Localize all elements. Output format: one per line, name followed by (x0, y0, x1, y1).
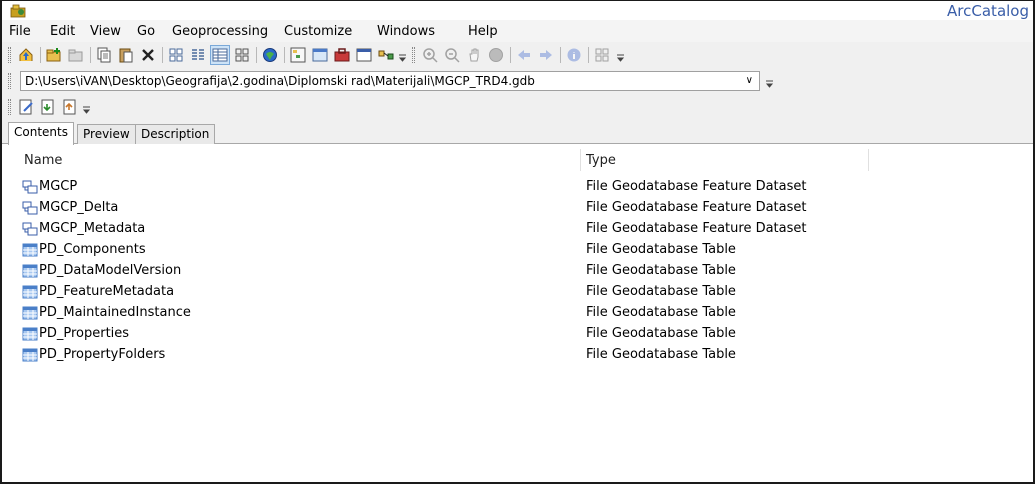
thumbnails-icon[interactable] (232, 45, 252, 65)
menu-windows[interactable]: Windows (377, 24, 435, 39)
item-name: MGCP_Delta (39, 200, 119, 215)
item-name: PD_DataModelVersion (39, 263, 182, 278)
location-toolbar: D:\Users\iVAN\Desktop\Geografija\2.godin… (2, 68, 1033, 94)
table-icon (22, 264, 38, 278)
item-type: File Geodatabase Table (586, 326, 736, 341)
disconnect-folder-icon[interactable] (66, 45, 86, 65)
copy-icon[interactable] (94, 45, 114, 65)
item-name: PD_PropertyFolders (39, 347, 166, 362)
column-divider[interactable] (868, 149, 869, 171)
back-icon[interactable] (514, 45, 534, 65)
edit-metadata-icon[interactable] (16, 97, 36, 117)
feature-dataset-icon (22, 201, 38, 215)
toolbar-overflow-icon[interactable] (398, 52, 407, 62)
list-item[interactable]: PD_DataModelVersion File Geodatabase Tab… (2, 261, 1033, 282)
metadata-toolbar (2, 94, 1033, 120)
menu-file[interactable]: File (9, 24, 31, 39)
list-item[interactable]: MGCP_Delta File Geodatabase Feature Data… (2, 198, 1033, 219)
menu-geoprocessing[interactable]: Geoprocessing (172, 24, 268, 39)
feature-dataset-icon (22, 180, 38, 194)
create-thumbnail-icon[interactable] (592, 45, 612, 65)
column-divider[interactable] (580, 149, 581, 171)
pan-icon[interactable] (464, 45, 484, 65)
location-value: D:\Users\iVAN\Desktop\Geografija\2.godin… (25, 74, 535, 88)
large-icons-icon[interactable] (166, 45, 186, 65)
menu-edit[interactable]: Edit (50, 24, 75, 39)
chevron-down-icon[interactable]: ∨ (746, 75, 753, 86)
toolbar-grip[interactable] (8, 47, 11, 63)
table-icon (22, 306, 38, 320)
tab-preview[interactable]: Preview (77, 124, 136, 144)
connect-folder-icon[interactable] (44, 45, 64, 65)
standard-toolbar (2, 42, 1033, 68)
table-icon (22, 285, 38, 299)
location-input[interactable]: D:\Users\iVAN\Desktop\Geografija\2.godin… (20, 71, 760, 91)
zoom-in-icon[interactable] (420, 45, 440, 65)
table-icon (22, 348, 38, 362)
up-one-level-icon[interactable] (16, 45, 36, 65)
menu-help[interactable]: Help (468, 24, 498, 39)
menu-customize[interactable]: Customize (284, 24, 352, 39)
list-item[interactable]: PD_FeatureMetadata File Geodatabase Tabl… (2, 282, 1033, 303)
tab-description[interactable]: Description (135, 124, 216, 144)
list-item[interactable]: PD_PropertyFolders File Geodatabase Tabl… (2, 345, 1033, 366)
launch-arcmap-icon[interactable] (260, 45, 280, 65)
item-type: File Geodatabase Table (586, 347, 736, 362)
table-icon (22, 243, 38, 257)
menu-bar: File Edit View Go Geoprocessing Customiz… (2, 20, 1033, 42)
zoom-out-icon[interactable] (442, 45, 462, 65)
list-view-icon[interactable] (188, 45, 208, 65)
item-type: File Geodatabase Feature Dataset (586, 179, 807, 194)
identify-icon[interactable] (564, 45, 584, 65)
toolbar-overflow-icon[interactable] (82, 104, 91, 114)
list-item[interactable]: MGCP File Geodatabase Feature Dataset (2, 177, 1033, 198)
item-type: File Geodatabase Table (586, 263, 736, 278)
menu-view[interactable]: View (90, 24, 121, 39)
item-type: File Geodatabase Feature Dataset (586, 221, 807, 236)
list-item[interactable]: PD_MaintainedInstance File Geodatabase T… (2, 303, 1033, 324)
item-type: File Geodatabase Table (586, 242, 736, 257)
app-window: ArcCatalog File Edit View Go Geoprocessi… (0, 0, 1035, 484)
arccatalog-app-icon (10, 4, 26, 18)
toolbar-overflow-icon[interactable] (765, 78, 774, 88)
list-item[interactable]: MGCP_Metadata File Geodatabase Feature D… (2, 219, 1033, 240)
tab-contents[interactable]: Contents (8, 122, 74, 145)
import-metadata-icon[interactable] (38, 97, 58, 117)
column-header-name[interactable]: Name (24, 151, 62, 171)
list-item[interactable]: PD_Properties File Geodatabase Table (2, 324, 1033, 345)
arctoolbox-icon[interactable] (332, 45, 352, 65)
item-type: File Geodatabase Table (586, 305, 736, 320)
menu-go[interactable]: Go (137, 24, 155, 39)
details-view-icon[interactable] (210, 45, 230, 65)
item-name: PD_MaintainedInstance (39, 305, 191, 320)
item-name: PD_Properties (39, 326, 130, 341)
modelbuilder-icon[interactable] (376, 45, 396, 65)
list-item[interactable]: PD_Components File Geodatabase Table (2, 240, 1033, 261)
export-metadata-icon[interactable] (60, 97, 80, 117)
title-bar: ArcCatalog (2, 0, 1033, 20)
delete-icon[interactable] (138, 45, 158, 65)
column-header-type[interactable]: Type (586, 151, 616, 171)
window-title: ArcCatalog (947, 2, 1029, 20)
catalog-tree-icon[interactable] (288, 45, 308, 65)
table-icon (22, 327, 38, 341)
search-window-icon[interactable] (310, 45, 330, 65)
item-name: MGCP (39, 179, 78, 194)
contents-panel: Name Type MGCP File Geodatabase Feature … (2, 145, 1033, 482)
toolbar-overflow-icon[interactable] (616, 52, 625, 62)
item-name: PD_FeatureMetadata (39, 284, 175, 299)
item-type: File Geodatabase Table (586, 284, 736, 299)
item-name: MGCP_Metadata (39, 221, 146, 236)
item-type: File Geodatabase Feature Dataset (586, 200, 807, 215)
python-window-icon[interactable] (354, 45, 374, 65)
feature-dataset-icon (22, 222, 38, 236)
item-name: PD_Components (39, 242, 146, 257)
forward-icon[interactable] (536, 45, 556, 65)
full-extent-icon[interactable] (486, 45, 506, 65)
tab-strip: Contents Preview Description (2, 120, 1033, 145)
paste-icon[interactable] (116, 45, 136, 65)
